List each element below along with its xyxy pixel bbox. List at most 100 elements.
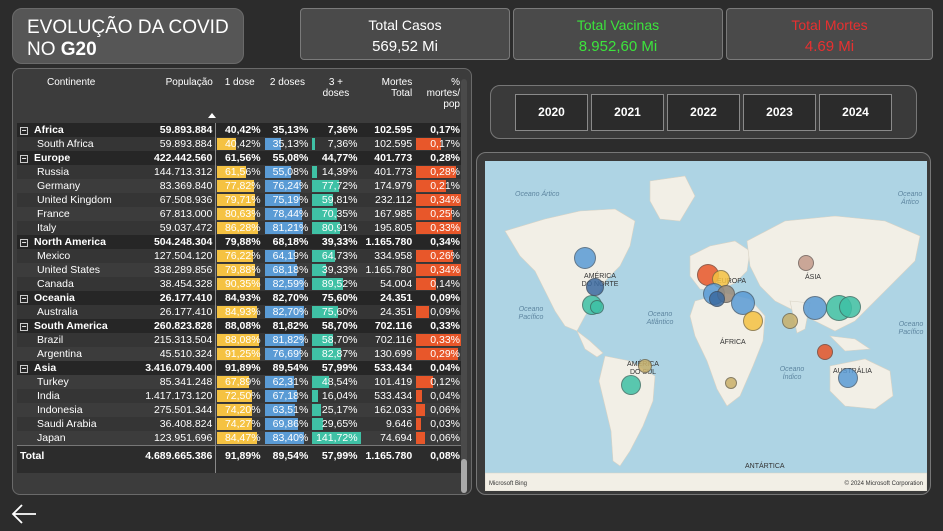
- row-name: Canada: [17, 277, 140, 291]
- kpi-total-deaths-value: 4.69 Mi: [804, 38, 855, 55]
- table-row[interactable]: Indonesia 275.501.344 74,20% 63,51% 25,17% 16…: [17, 403, 463, 417]
- row-name[interactable]: − Europe: [17, 151, 140, 165]
- continent-label-africa: ÁFRICA: [720, 339, 746, 346]
- map-bubble[interactable]: [782, 313, 798, 329]
- table-group-row[interactable]: − Asia 3.416.079.400 91,89% 89,54% 57,99% 533.…: [17, 361, 463, 375]
- map-bubble[interactable]: [838, 368, 858, 388]
- row-population: 59.037.472: [139, 221, 217, 235]
- map-bubble[interactable]: [621, 375, 641, 395]
- col-header-dose3[interactable]: 3 + doses: [311, 75, 360, 123]
- year-button-2020[interactable]: 2020: [515, 94, 588, 131]
- map-bubble[interactable]: [839, 296, 861, 318]
- row-dose2: 82,59%: [263, 277, 312, 291]
- map-bubble[interactable]: [574, 247, 596, 269]
- table-row[interactable]: United Kingdom 67.508.936 79,71% 75,19% 59,8…: [17, 193, 464, 207]
- row-name: Argentina: [17, 347, 140, 361]
- table-row[interactable]: Russia 144.713.312 61,56% 55,08% 14,39% 401.7…: [17, 165, 463, 179]
- row-population: 215.313.504: [139, 333, 217, 347]
- table-group-row[interactable]: − South America 260.823.828 88,08% 81,82% 58,…: [17, 319, 463, 333]
- row-deaths: 24.351: [360, 305, 416, 319]
- year-button-2023[interactable]: 2023: [743, 94, 816, 131]
- row-name[interactable]: − Oceania: [17, 291, 140, 305]
- row-name[interactable]: − South America: [17, 319, 140, 333]
- table-group-row[interactable]: − Africa 59.893.884 40,42% 35,13% 7,36% 102.59…: [17, 123, 463, 137]
- kpi-total-cases-label: Total Casos: [368, 17, 442, 33]
- col-header-population[interactable]: População: [139, 75, 215, 123]
- col-header-dose1[interactable]: 1 dose: [216, 75, 264, 123]
- row-dose3: 39,33%: [311, 235, 361, 249]
- table-group-row[interactable]: − Oceania 26.177.410 84,93% 82,70% 75,60% 24.3…: [17, 291, 463, 305]
- collapse-icon[interactable]: −: [20, 127, 28, 135]
- row-dose1: 88,08%: [215, 319, 264, 333]
- table-scrollbar-track[interactable]: [461, 79, 467, 491]
- table-row[interactable]: Australia 26.177.410 84,93% 82,70% 75,60% 24.…: [17, 305, 463, 319]
- table-row[interactable]: Italy 59.037.472 86,28% 81,21% 80,91% 195.805…: [17, 221, 464, 235]
- collapse-icon[interactable]: −: [20, 323, 28, 331]
- title-line2: NO G20: [27, 39, 97, 60]
- table-group-row[interactable]: − North America 504.248.304 79,88% 68,18% 39,…: [17, 235, 463, 249]
- row-dose1: 86,28%: [215, 221, 264, 235]
- row-dose1: 84,93%: [215, 291, 264, 305]
- table-row[interactable]: Canada 38.454.328 90,35% 82,59% 89,52% 54.004…: [17, 277, 463, 291]
- map-bubble[interactable]: [638, 359, 652, 373]
- row-deaths: 101.419: [360, 375, 416, 389]
- row-population: 67.813.000: [139, 207, 217, 221]
- table-row[interactable]: India 1.417.173.120 72,50% 67,18% 16,04% 533.…: [17, 389, 463, 403]
- table-row[interactable]: Germany 83.369.840 77,82% 76,24% 77,72% 174.9…: [17, 179, 463, 193]
- map-bubble[interactable]: [725, 377, 737, 389]
- row-name[interactable]: − Africa: [17, 123, 140, 137]
- row-deaths-pct: 0,04%: [415, 389, 463, 403]
- row-name[interactable]: − North America: [17, 235, 140, 249]
- table-row[interactable]: Argentina 45.510.324 91,25% 76,69% 82,87% 130…: [17, 347, 463, 361]
- map-bubble[interactable]: [817, 344, 833, 360]
- collapse-icon[interactable]: −: [20, 295, 28, 303]
- table-row[interactable]: Saudi Arabia 36.408.824 74,27% 69,86% 29,65%…: [17, 417, 463, 431]
- row-deaths: 9.646: [360, 417, 416, 431]
- row-deaths-pct: 0,28%: [415, 165, 463, 179]
- ocean-label-pacific-left: Oceano Pacífico: [518, 306, 544, 321]
- row-population: 504.248.304: [139, 235, 217, 249]
- map-bubble[interactable]: [798, 255, 814, 271]
- table-row[interactable]: Turkey 85.341.248 67,89% 62,31% 48,54% 101.41…: [17, 375, 463, 389]
- table-row[interactable]: Mexico 127.504.120 76,22% 64,19% 64,73% 334.9…: [17, 249, 463, 263]
- row-deaths: 401.773: [360, 165, 416, 179]
- table-group-row[interactable]: − Europe 422.442.560 61,56% 55,08% 44,77% 401.…: [17, 151, 463, 165]
- collapse-icon[interactable]: −: [20, 365, 28, 373]
- table-scrollbar-thumb[interactable]: [461, 459, 467, 493]
- total-dose1: 91,89%: [215, 444, 264, 473]
- table-row[interactable]: South Africa 59.893.884 40,42% 35,13% 7,36% 1…: [17, 137, 463, 151]
- col-header-deaths-pct[interactable]: % mortes/ pop: [415, 75, 463, 123]
- ocean-label-atlantic: Oceano Atlântico: [646, 311, 674, 326]
- row-deaths-pct-fill: [416, 390, 422, 402]
- table-row[interactable]: Japan 123.951.696 84,47% 83,40% 141,72% 74.69…: [17, 431, 463, 445]
- map-bubble[interactable]: [586, 278, 604, 296]
- map-bubble[interactable]: [803, 296, 827, 320]
- row-deaths-pct: 0,06%: [415, 403, 463, 417]
- ocean-label-indian: Oceano Índico: [779, 366, 805, 381]
- row-deaths-pct-fill: [416, 418, 421, 430]
- row-deaths: 24.351: [360, 291, 416, 305]
- collapse-icon[interactable]: −: [20, 155, 28, 163]
- year-button-2024[interactable]: 2024: [819, 94, 892, 131]
- world-map[interactable]: Oceano Ártico Oceano Ártico Oceano Pacíf…: [485, 161, 927, 491]
- row-dose2: 81,82%: [263, 319, 312, 333]
- row-dose3: 44,77%: [311, 151, 361, 165]
- col-header-dose2[interactable]: 2 doses: [264, 75, 312, 123]
- col-header-continent[interactable]: Continente: [17, 75, 139, 123]
- table-row[interactable]: United States 338.289.856 79,88% 68,18% 39,3…: [17, 263, 464, 277]
- map-bubble[interactable]: [743, 311, 763, 331]
- row-name[interactable]: − Asia: [17, 361, 140, 375]
- arrow-left-icon[interactable]: [10, 502, 38, 526]
- col-header-deaths[interactable]: Mortes Total: [361, 75, 416, 123]
- year-button-2021[interactable]: 2021: [591, 94, 664, 131]
- table-row[interactable]: Brazil 215.313.504 88,08% 81,82% 58,70% 702.1…: [17, 333, 464, 347]
- row-dose3: 58,70%: [311, 319, 361, 333]
- row-dose2: 83,40%: [263, 431, 312, 445]
- collapse-icon[interactable]: −: [20, 239, 28, 247]
- map-bubble[interactable]: [709, 291, 725, 307]
- row-deaths-pct: 0,17%: [415, 137, 463, 151]
- vaccination-table: Continente População 1 dose 2 doses 3 + …: [17, 75, 464, 473]
- table-row[interactable]: France 67.813.000 80,63% 78,44% 70,35% 167.98…: [17, 207, 463, 221]
- map-bubble[interactable]: [590, 300, 604, 314]
- year-button-2022[interactable]: 2022: [667, 94, 740, 131]
